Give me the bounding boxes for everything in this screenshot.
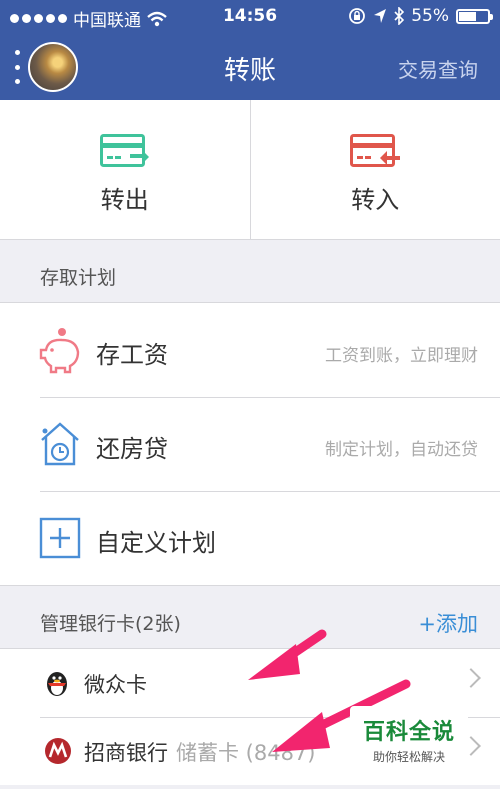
annotation-arrow bbox=[248, 629, 327, 680]
annotation-arrows bbox=[248, 629, 411, 752]
watermark-title: 百科全说 bbox=[362, 720, 455, 745]
watermark-logo: 百科全说 助你轻松解决 bbox=[350, 706, 468, 768]
watermark-subtitle: 助你轻松解决 bbox=[372, 750, 445, 764]
